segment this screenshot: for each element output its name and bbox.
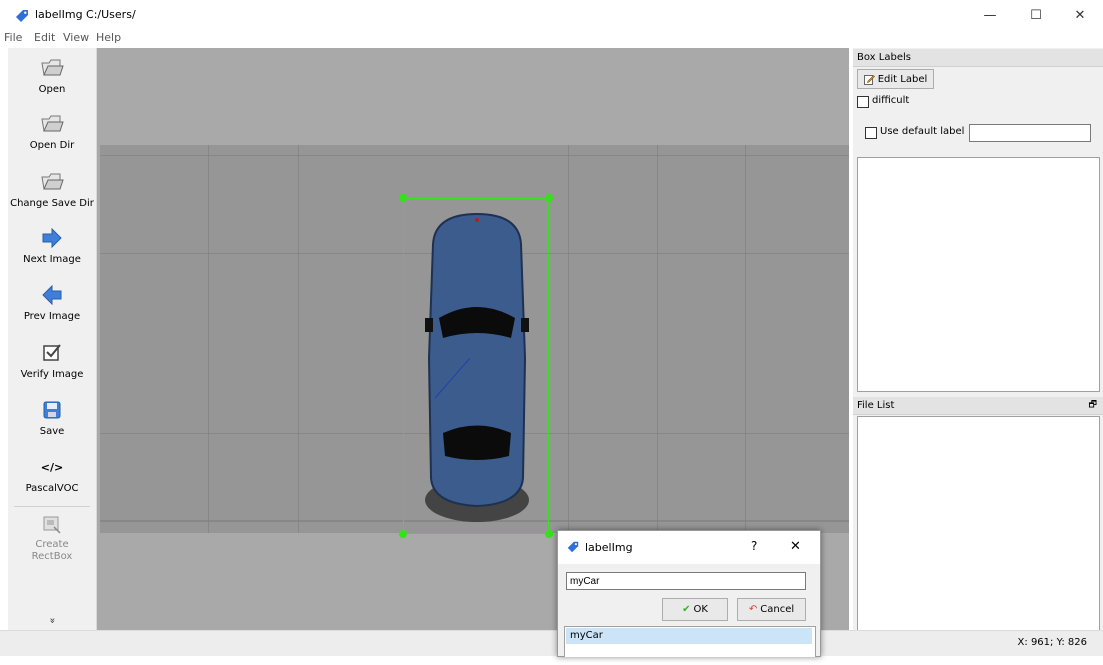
prev-image-button[interactable]: Prev Image (8, 283, 96, 323)
float-icon[interactable]: 🗗 (1089, 397, 1097, 414)
maximize-button[interactable]: ☐ (1013, 0, 1059, 30)
file-list[interactable] (857, 416, 1100, 631)
save-button[interactable]: Save (8, 398, 96, 438)
edit-label-button[interactable]: Edit Label (857, 69, 934, 89)
use-default-label-checkbox[interactable] (865, 127, 877, 139)
tool-label: Open (38, 84, 66, 95)
ok-button[interactable]: ✔ OK (662, 598, 728, 621)
dialog-titlebar: labelImg ? ✕ (558, 531, 820, 564)
box-labels-title: Box Labels (853, 49, 1103, 67)
minimize-button[interactable]: — (967, 0, 1013, 30)
cursor-coords: X: 961; Y: 826 (1017, 637, 1087, 648)
tool-label: Save (39, 426, 65, 437)
menu-bar: File Edit View Help (0, 30, 1103, 47)
tool-label: Open Dir (29, 140, 75, 151)
bounding-box[interactable] (399, 194, 553, 538)
window-title: labelImg C:/Users/ (35, 8, 136, 21)
change-save-dir-button[interactable]: Change Save Dir (8, 170, 96, 210)
next-image-button[interactable]: Next Image (8, 226, 96, 266)
edit-icon (863, 74, 875, 85)
open-dir-button[interactable]: Open Dir (8, 112, 96, 152)
cancel-button[interactable]: ↶ Cancel (737, 598, 806, 621)
checkmark-icon: ✔ (682, 604, 691, 615)
dialog-help-button[interactable]: ? (751, 539, 757, 553)
verify-image-button[interactable]: Verify Image (8, 341, 96, 381)
tool-label: Create RectBox (31, 539, 73, 562)
right-dock: Box Labels Edit Label difficult Use defa… (853, 48, 1103, 631)
tool-label: Change Save Dir (10, 198, 94, 209)
toolbar-separator (14, 506, 90, 507)
file-list-title-text: File List (857, 400, 895, 411)
pascal-voc-button[interactable]: </> PascalVOC (8, 455, 96, 495)
save-icon (43, 401, 61, 419)
label-history-list[interactable]: myCar (564, 626, 816, 657)
bbox-handle[interactable] (545, 194, 553, 202)
tool-label: Verify Image (20, 369, 84, 380)
undo-icon: ↶ (748, 604, 758, 615)
labels-list[interactable] (857, 157, 1100, 392)
menu-edit[interactable]: Edit (34, 31, 55, 44)
label-input[interactable] (566, 572, 806, 590)
bbox-handle[interactable] (545, 530, 553, 538)
bbox-handle[interactable] (399, 194, 407, 202)
dialog-title: labelImg (585, 541, 633, 554)
default-label-input[interactable] (969, 124, 1091, 142)
checkbox-icon (43, 344, 61, 361)
rectbox-icon (43, 516, 61, 534)
folder-icon (41, 115, 64, 132)
file-list-title: File List 🗗 (853, 397, 1103, 415)
app-tag-icon (16, 10, 28, 22)
close-button[interactable]: ✕ (1057, 0, 1103, 30)
arrow-left-icon (42, 285, 62, 305)
arrow-right-icon (42, 228, 62, 248)
menu-help[interactable]: Help (96, 31, 121, 44)
status-bar: X: 961; Y: 826 (0, 630, 1103, 656)
dialog-close-button[interactable]: ✕ (790, 539, 801, 554)
code-icon: </> (40, 460, 64, 474)
menu-file[interactable]: File (4, 31, 22, 44)
difficult-label: difficult (872, 95, 910, 106)
app-tag-icon (567, 541, 579, 553)
use-default-label-text: Use default label (880, 126, 965, 137)
tool-label: Prev Image (23, 311, 81, 322)
tools-toolbar: Open Open Dir Change Save Dir Next Image… (8, 48, 97, 630)
menu-view[interactable]: View (63, 31, 89, 44)
tool-label: PascalVOC (25, 483, 79, 494)
title-bar: labelImg C:/Users/ — ☐ ✕ (0, 0, 1103, 30)
difficult-checkbox[interactable] (857, 96, 869, 108)
cancel-label: Cancel (760, 604, 795, 615)
folder-icon (41, 173, 64, 190)
ok-label: OK (693, 604, 708, 615)
bbox-handle[interactable] (399, 530, 407, 538)
tool-label: Next Image (23, 254, 81, 265)
edit-label-text: Edit Label (877, 73, 928, 85)
label-dialog: labelImg ? ✕ ✔ OK ↶ Cancel myCar (557, 530, 821, 657)
folder-icon (41, 59, 64, 76)
create-rectbox-button[interactable]: Create RectBox (8, 513, 96, 563)
list-item[interactable]: myCar (566, 628, 812, 644)
open-button[interactable]: Open (8, 56, 96, 96)
